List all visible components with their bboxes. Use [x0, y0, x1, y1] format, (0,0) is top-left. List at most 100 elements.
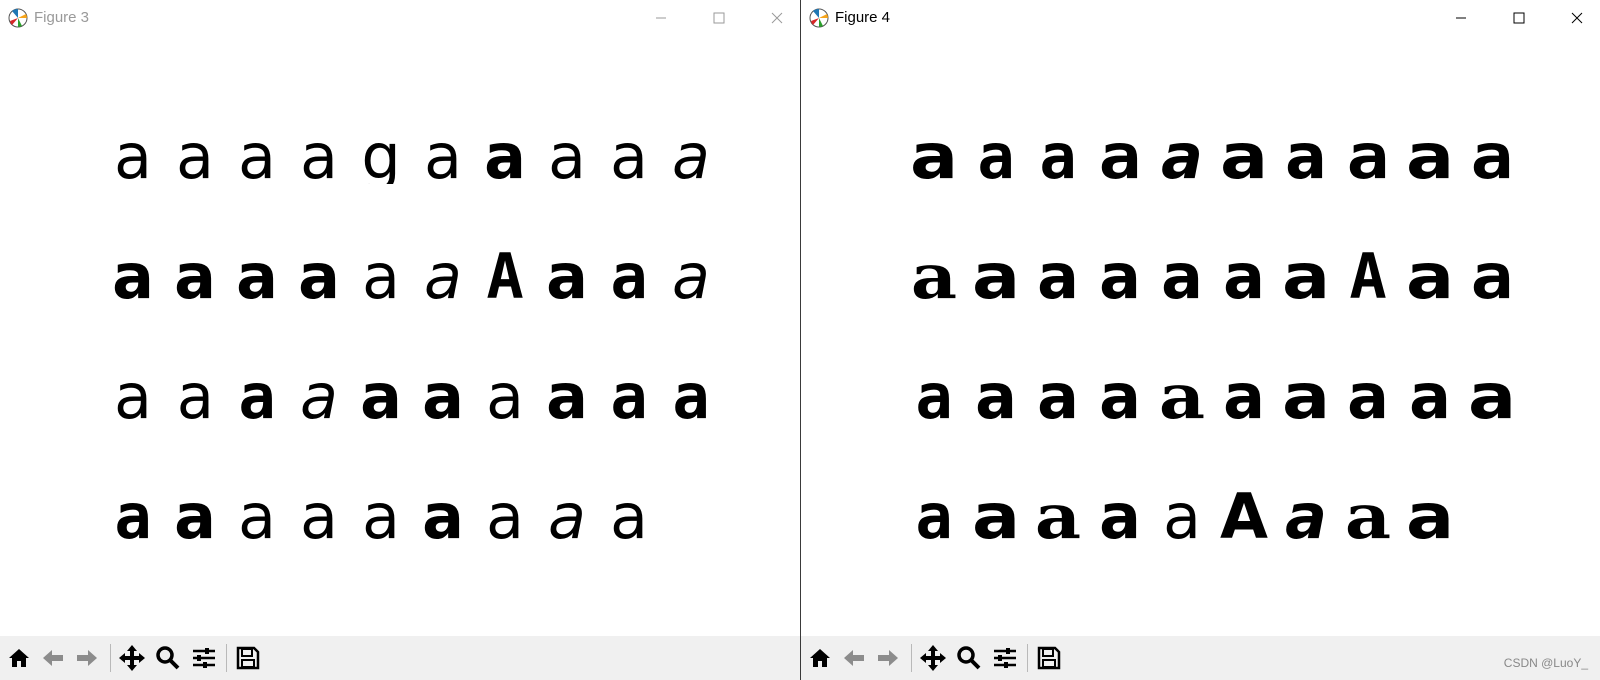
pan-button[interactable] — [116, 642, 148, 674]
glyph: a — [672, 130, 710, 184]
toolbar-separator — [1027, 644, 1028, 672]
glyph: a — [1405, 490, 1455, 544]
forward-icon — [77, 650, 97, 666]
home-icon — [9, 649, 29, 667]
glyph: a — [1037, 250, 1079, 304]
glyph: a — [1470, 130, 1514, 184]
glyph: a — [238, 370, 276, 424]
pan-icon — [920, 645, 946, 671]
glyph: a — [1163, 490, 1201, 544]
back-button[interactable] — [37, 642, 69, 674]
home-button[interactable] — [804, 642, 836, 674]
glyph: a — [1467, 370, 1517, 424]
forward-icon — [878, 650, 898, 666]
titlebar[interactable]: Figure 4 — [801, 0, 1600, 36]
glyph: a — [1470, 250, 1514, 304]
forward-button[interactable] — [872, 642, 904, 674]
save-button[interactable] — [1033, 642, 1065, 674]
configure-button[interactable] — [188, 642, 220, 674]
window-title: Figure 4 — [835, 9, 891, 26]
glyph: a — [1285, 490, 1327, 544]
glyph: a — [1161, 250, 1203, 304]
glyph: a — [1099, 370, 1141, 424]
maximize-button[interactable] — [1496, 0, 1542, 36]
glyph: a — [1281, 250, 1331, 304]
glyph: a — [1405, 130, 1455, 184]
glyph: a — [114, 130, 152, 184]
back-button[interactable] — [838, 642, 870, 674]
home-icon — [810, 649, 830, 667]
glyph: a — [1219, 130, 1269, 184]
glyph: a — [1344, 490, 1392, 544]
glyph: a — [610, 490, 648, 544]
glyph-row: a a a a a a a A a a — [903, 250, 1523, 370]
close-button[interactable] — [754, 0, 800, 36]
navigation-toolbar: CSDN @LuoY_ — [801, 636, 1600, 680]
configure-icon — [193, 648, 215, 668]
zoom-icon — [957, 646, 981, 670]
glyph: a — [114, 370, 152, 424]
glyph: a — [484, 130, 526, 184]
glyph: a — [977, 130, 1015, 184]
figure-window-right: Figure 4 a a a a a a a a a a a a a a a a… — [801, 0, 1600, 680]
figure-canvas[interactable]: a a a a a a a a a a a a a a a a a A a a … — [801, 36, 1600, 636]
glyph: a — [909, 130, 959, 184]
close-icon — [771, 12, 783, 24]
glyph: a — [300, 370, 338, 424]
glyph: a — [1223, 370, 1265, 424]
glyph: a — [915, 490, 953, 544]
close-icon — [1571, 12, 1583, 24]
forward-button[interactable] — [71, 642, 103, 674]
glyph-grid: a a a a a a a a a a a a a a a a a A a a … — [903, 130, 1523, 610]
glyph: A — [1349, 250, 1387, 304]
glyph: a — [176, 370, 214, 424]
toolbar-separator — [110, 644, 111, 672]
glyph: a — [1347, 370, 1389, 424]
glyph: a — [238, 490, 276, 544]
glyph: a — [975, 370, 1017, 424]
glyph: a — [915, 370, 953, 424]
matplotlib-app-icon — [8, 8, 28, 28]
glyph: a — [236, 250, 278, 304]
glyph: a — [1037, 370, 1079, 424]
glyph: a — [1223, 250, 1265, 304]
glyph: a — [546, 370, 588, 424]
glyph-row: a a a a a a A a a a — [102, 250, 722, 370]
glyph: a — [174, 490, 216, 544]
glyph: a — [486, 490, 524, 544]
glyph-row: a a a a a a a a a a — [903, 370, 1523, 490]
glyph: a — [362, 490, 400, 544]
glyph: a — [300, 130, 338, 184]
save-icon — [236, 646, 260, 670]
zoom-icon — [156, 646, 180, 670]
glyph-row: a a a a g a a a a a — [102, 130, 722, 250]
back-icon — [844, 650, 864, 666]
configure-icon — [994, 648, 1016, 668]
maximize-button[interactable] — [696, 0, 742, 36]
glyph: a — [174, 250, 216, 304]
glyph: a — [1281, 370, 1331, 424]
home-button[interactable] — [3, 642, 35, 674]
navigation-toolbar — [0, 636, 800, 680]
pan-button[interactable] — [917, 642, 949, 674]
save-button[interactable] — [232, 642, 264, 674]
glyph: a — [1158, 370, 1206, 424]
glyph: a — [610, 370, 648, 424]
glyph: a — [422, 490, 464, 544]
maximize-icon — [1513, 12, 1525, 24]
glyph-row: a a a a a a a a a a — [102, 370, 722, 490]
minimize-button[interactable] — [1438, 0, 1484, 36]
configure-button[interactable] — [989, 642, 1021, 674]
glyph: a — [1405, 250, 1455, 304]
minimize-icon — [656, 17, 666, 19]
glyph: a — [422, 370, 464, 424]
glyph: a — [546, 250, 588, 304]
minimize-button[interactable] — [638, 0, 684, 36]
glyph: a — [1099, 490, 1141, 544]
zoom-button[interactable] — [152, 642, 184, 674]
zoom-button[interactable] — [953, 642, 985, 674]
glyph: a — [971, 250, 1021, 304]
figure-canvas[interactable]: a a a a g a a a a a a a a a a a A a a a … — [0, 36, 800, 636]
titlebar[interactable]: Figure 3 — [0, 0, 800, 36]
close-button[interactable] — [1554, 0, 1600, 36]
